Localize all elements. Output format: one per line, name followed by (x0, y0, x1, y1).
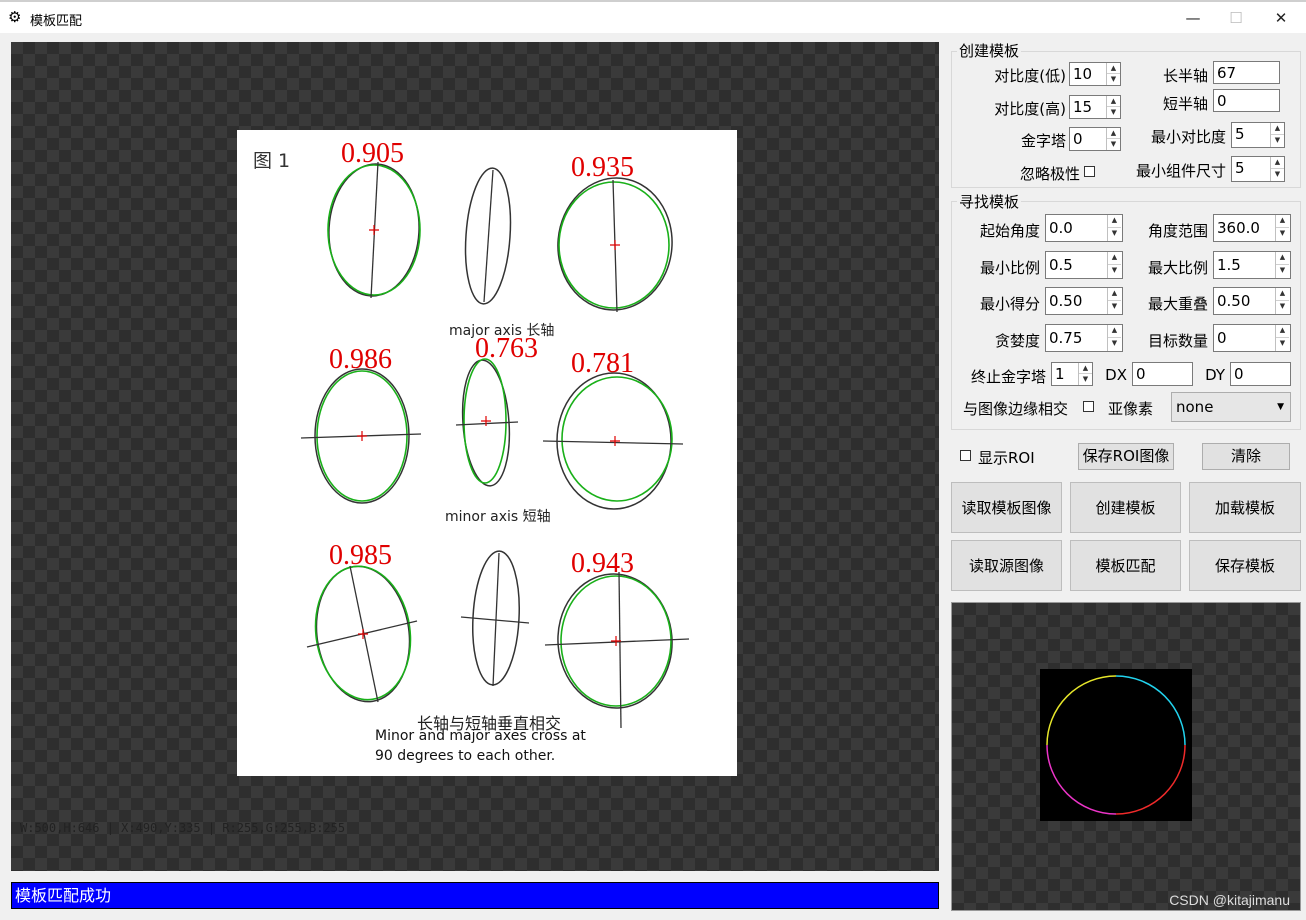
caption-cross-en-2: 90 degrees to each other. (375, 748, 556, 764)
show-roi-checkbox[interactable] (960, 450, 971, 461)
ignore-polarity-label: 忽略极性 (1019, 165, 1080, 183)
caption-minor-axis: minor axis 短轴 (445, 509, 551, 525)
greediness-label: 贪婪度 (994, 332, 1040, 350)
match-center-marker (610, 240, 620, 250)
contrast-high-stepper[interactable]: ▲ ▼ (1106, 96, 1120, 118)
minimize-button[interactable]: — (1178, 6, 1208, 30)
pyramid-stepper[interactable]: ▲ ▼ (1106, 128, 1120, 150)
minor-axis-input[interactable]: 0 (1213, 89, 1280, 112)
greediness-stepper[interactable]: ▲ ▼ (1107, 325, 1121, 351)
match-center-marker (357, 431, 367, 441)
read-source-image-button[interactable]: 读取源图像 (951, 540, 1062, 591)
close-button[interactable]: ✕ (1266, 6, 1296, 30)
stop-pyramid-label: 终止金字塔 (970, 368, 1046, 386)
ignore-polarity-checkbox[interactable] (1084, 166, 1095, 177)
watermark: CSDN @kitajimanu (1169, 892, 1290, 908)
pyramid-label: 金字塔 (1020, 132, 1066, 150)
intersect-edge-label: 与图像边缘相交 (963, 400, 1069, 418)
max-overlap-label: 最大重叠 (1147, 295, 1208, 313)
stop-pyramid-stepper[interactable]: ▲ ▼ (1078, 363, 1092, 385)
min-contrast-stepper[interactable]: ▲ ▼ (1270, 123, 1284, 147)
template-image (1040, 669, 1192, 821)
match-score: 0.985 (329, 540, 392, 571)
show-roi-label: 显示ROI (978, 449, 1035, 467)
title-bar: ⚙ 模板匹配 — ☐ ✕ (0, 0, 1306, 33)
min-component-stepper[interactable]: ▲ ▼ (1270, 157, 1284, 181)
create-template-button[interactable]: 创建模板 (1070, 482, 1181, 533)
max-scale-label: 最大比例 (1147, 259, 1208, 277)
dy-input[interactable]: 0 (1230, 362, 1291, 386)
template-match-button[interactable]: 模板匹配 (1070, 540, 1181, 591)
figure-drawing (300, 161, 690, 729)
major-axis-label: 长半轴 (1162, 67, 1208, 85)
subpixel-dropdown[interactable]: none ▼ (1171, 392, 1291, 422)
image-canvas[interactable]: 图 1 0.905 0.935 0.986 0.763 0.781 0.985 … (11, 42, 939, 871)
match-center-marker (481, 416, 491, 426)
match-score: 0.905 (341, 138, 404, 169)
figure-label: 图 1 (253, 150, 291, 172)
intersect-edge-checkbox[interactable] (1083, 401, 1094, 412)
subpixel-value: none (1176, 398, 1214, 416)
axis-line (483, 169, 494, 303)
match-score: 0.781 (571, 348, 634, 379)
chevron-down-icon: ▼ (1277, 402, 1284, 412)
min-score-stepper[interactable]: ▲ ▼ (1107, 288, 1121, 314)
subpixel-label: 亚像素 (1108, 400, 1154, 418)
template-circle (1046, 675, 1186, 815)
match-ellipse-6 (561, 376, 673, 502)
save-template-button[interactable]: 保存模板 (1189, 540, 1301, 591)
match-center-marker (358, 629, 368, 639)
find-template-title: 寻找模板 (957, 191, 1022, 212)
major-axis-input[interactable]: 67 (1213, 61, 1280, 84)
angle-range-stepper[interactable]: ▲ ▼ (1275, 215, 1289, 241)
axis-line (618, 571, 622, 729)
save-roi-button[interactable]: 保存ROI图像 (1078, 443, 1174, 470)
gear-icon: ⚙ (8, 8, 22, 26)
contrast-low-stepper[interactable]: ▲ ▼ (1106, 63, 1120, 85)
axis-line (544, 638, 690, 646)
dx-label: DX (1105, 366, 1127, 384)
pixel-info-readout: W:500,H:646 | X:490,Y:335 | R:255,G:255,… (20, 821, 346, 835)
start-angle-stepper[interactable]: ▲ ▼ (1107, 215, 1121, 241)
source-image: 图 1 0.905 0.935 0.986 0.763 0.781 0.985 … (237, 130, 737, 776)
load-template-button[interactable]: 加载模板 (1189, 482, 1301, 533)
create-template-title: 创建模板 (957, 40, 1022, 61)
match-score: 0.986 (329, 344, 392, 375)
min-score-label: 最小得分 (979, 295, 1040, 313)
min-contrast-label: 最小对比度 (1150, 128, 1226, 146)
contrast-high-label: 对比度(高) (994, 100, 1066, 118)
clear-button[interactable]: 清除 (1202, 443, 1290, 470)
match-score: 0.935 (571, 152, 634, 183)
num-targets-stepper[interactable]: ▲ ▼ (1275, 325, 1289, 351)
match-score: 0.943 (571, 548, 634, 579)
dy-label: DY (1205, 366, 1225, 384)
dx-input[interactable]: 0 (1132, 362, 1193, 386)
caption-major-axis: major axis 长轴 (449, 323, 555, 339)
angle-range-label: 角度范围 (1147, 222, 1208, 240)
min-component-label: 最小组件尺寸 (1135, 162, 1226, 180)
status-bar: 模板匹配成功 (11, 882, 939, 909)
minor-axis-label: 短半轴 (1162, 95, 1208, 113)
window-title: 模板匹配 (30, 13, 83, 28)
min-scale-label: 最小比例 (979, 259, 1040, 277)
match-center-marker (369, 225, 379, 235)
caption-cross-en-1: Minor and major axes cross at (375, 728, 586, 744)
start-angle-label: 起始角度 (979, 222, 1040, 240)
template-preview: CSDN @kitajimanu (951, 602, 1301, 911)
contrast-low-label: 对比度(低) (994, 67, 1066, 85)
min-scale-stepper[interactable]: ▲ ▼ (1107, 252, 1121, 278)
read-template-image-button[interactable]: 读取模板图像 (951, 482, 1062, 533)
match-center-marker (610, 436, 620, 446)
num-targets-label: 目标数量 (1147, 332, 1208, 350)
max-scale-stepper[interactable]: ▲ ▼ (1275, 252, 1289, 278)
max-overlap-stepper[interactable]: ▲ ▼ (1275, 288, 1289, 314)
maximize-button[interactable]: ☐ (1221, 6, 1251, 30)
